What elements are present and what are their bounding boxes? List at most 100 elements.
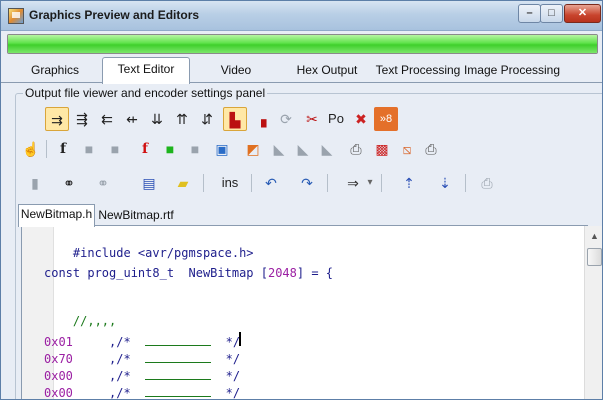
printer-button[interactable]: ⎙ bbox=[419, 137, 443, 161]
fill-button[interactable]: ◩ bbox=[241, 137, 265, 161]
sort-up-button[interactable]: ⇡ bbox=[397, 171, 421, 195]
tab-hex-output[interactable]: Hex Output bbox=[284, 59, 370, 83]
redo-button[interactable]: ↷ bbox=[295, 171, 319, 195]
find-next-button[interactable]: ⚭ bbox=[91, 171, 115, 195]
red-frame-button[interactable]: ▩ bbox=[370, 137, 394, 161]
bar-chart-small-button[interactable]: ▗ bbox=[249, 107, 273, 131]
bar-chart-button[interactable]: ▙ bbox=[223, 107, 247, 131]
sort-down-button[interactable]: ⇣ bbox=[433, 171, 457, 195]
toolbar-rendering: ☝ f ■ ■ f ■ ■ ▣ ◩ ◣ ◣ ◣ ⎙ ▩ ⧅ ⎙ bbox=[19, 136, 579, 164]
toolbar-separator bbox=[251, 174, 252, 192]
paste-button[interactable]: ▮ bbox=[23, 171, 47, 195]
toolbar-editing: ▮ ⚭ ⚭ ▤ ▰ ins ↶ ↷ ⇒ ▾ ⇡ ⇣ ⎙ bbox=[19, 170, 579, 198]
format-arrows-4-button[interactable]: ⇷ bbox=[120, 107, 144, 131]
close-button[interactable]: ✕ bbox=[564, 4, 601, 23]
speech-2-icon: ◣ bbox=[297, 141, 309, 157]
print-preview-button[interactable]: ⎙ bbox=[475, 171, 499, 195]
insert-mode-button[interactable]: ins bbox=[215, 171, 245, 195]
toolbar-separator bbox=[327, 174, 328, 192]
find-button[interactable]: ⚭ bbox=[57, 171, 81, 195]
format-arrows-4-icon: ⇷ bbox=[126, 111, 138, 127]
refresh-gray-icon: ⟳ bbox=[280, 111, 292, 127]
maximize-button[interactable]: □ bbox=[540, 4, 563, 23]
strike-icon: ✂ bbox=[306, 111, 318, 127]
format-arrows-6-button[interactable]: ⇈ bbox=[170, 107, 194, 131]
sort-down-icon: ⇣ bbox=[439, 175, 451, 191]
hand-icon: ☝ bbox=[22, 141, 40, 157]
speech-3-button[interactable]: ◣ bbox=[315, 137, 339, 161]
indent-button[interactable]: ⇒ bbox=[341, 171, 365, 195]
gray-square-2-icon: ■ bbox=[110, 141, 120, 157]
red-f-icon: f bbox=[141, 141, 149, 157]
tab-text-editor[interactable]: Text Editor bbox=[102, 57, 190, 84]
file-tab-newbitmap-rtf[interactable]: NewBitmap.rtf bbox=[96, 206, 176, 227]
green-square-button[interactable]: ■ bbox=[158, 137, 182, 161]
row-end: */ bbox=[225, 386, 241, 400]
app-icon bbox=[8, 8, 24, 24]
format-arrows-2-icon: ⇶ bbox=[76, 111, 88, 127]
red-frame-icon: ▩ bbox=[375, 141, 389, 157]
hand-button[interactable]: ☝ bbox=[19, 137, 43, 161]
format-arrows-1-button[interactable]: ⇉ bbox=[45, 107, 69, 131]
format-arrows-7-button[interactable]: ⇵ bbox=[195, 107, 219, 131]
undo-button[interactable]: ↶ bbox=[259, 171, 283, 195]
scroll-thumb[interactable] bbox=[587, 248, 602, 266]
bar-chart-small-icon: ▗ bbox=[255, 111, 267, 127]
tab-image-processing[interactable]: Image Processing bbox=[462, 59, 562, 83]
decl-suffix: ] = { bbox=[296, 266, 333, 280]
format-arrows-3-icon: ⇇ bbox=[101, 111, 113, 127]
format-arrows-3-button[interactable]: ⇇ bbox=[95, 107, 119, 131]
format-arrows-5-button[interactable]: ⇊ bbox=[145, 107, 169, 131]
po-text-icon: Po bbox=[328, 111, 344, 126]
binoculars-gray-icon: ⚭ bbox=[97, 175, 109, 191]
hex-value: 0x00 bbox=[44, 369, 73, 383]
tab-video[interactable]: Video bbox=[196, 59, 276, 83]
f-button[interactable]: f bbox=[51, 137, 75, 161]
gray-square-3-button[interactable]: ■ bbox=[183, 137, 207, 161]
speech-2-button[interactable]: ◣ bbox=[291, 137, 315, 161]
speech-1-icon: ◣ bbox=[273, 141, 285, 157]
save-button[interactable]: ▤ bbox=[137, 171, 161, 195]
format-arrows-5-icon: ⇊ bbox=[151, 111, 163, 127]
po-button[interactable]: Po bbox=[324, 107, 348, 131]
cross-out-button[interactable]: ✖ bbox=[349, 107, 373, 131]
toolbar-separator bbox=[203, 174, 204, 192]
format-arrows-2-button[interactable]: ⇶ bbox=[70, 107, 94, 131]
highlight-icon: ▰ bbox=[177, 175, 189, 191]
code-row: 0x00 ,/* */ bbox=[44, 385, 241, 400]
print-button[interactable]: ⎙ bbox=[344, 137, 368, 161]
format-arrows-6-icon: ⇈ bbox=[176, 111, 188, 127]
gray-square-3-icon: ■ bbox=[190, 141, 200, 157]
strike-button[interactable]: ✂ bbox=[300, 107, 324, 131]
red-f-button[interactable]: f bbox=[133, 137, 157, 161]
minimize-button[interactable]: – bbox=[518, 4, 541, 23]
diagonal-button[interactable]: ⧅ bbox=[395, 137, 419, 161]
fill-icon: ◩ bbox=[246, 141, 260, 157]
indent-dropdown[interactable]: ▾ bbox=[363, 171, 377, 195]
paste-icon: ▮ bbox=[31, 175, 39, 191]
image-button[interactable]: ▣ bbox=[210, 137, 234, 161]
refresh-button[interactable]: ⟳ bbox=[274, 107, 298, 131]
gray-square-1-button[interactable]: ■ bbox=[77, 137, 101, 161]
tab-graphics[interactable]: Graphics bbox=[7, 59, 103, 83]
bar-chart-icon: ▙ bbox=[229, 112, 241, 128]
text-caret bbox=[239, 332, 241, 346]
shift-8-button[interactable]: »8 bbox=[374, 107, 398, 131]
settings-panel-label: Output file viewer and encoder settings … bbox=[23, 86, 268, 100]
row-separator: ,/* bbox=[72, 386, 131, 400]
main-tabs: Graphics Text Editor Video Hex Output Te… bbox=[1, 57, 602, 84]
speech-1-button[interactable]: ◣ bbox=[267, 137, 291, 161]
tab-text-processing[interactable]: Text Processing bbox=[374, 59, 462, 83]
editor-scrollbar[interactable]: ▲ bbox=[584, 226, 602, 399]
gray-square-2-button[interactable]: ■ bbox=[103, 137, 127, 161]
highlight-button[interactable]: ▰ bbox=[171, 171, 195, 195]
hex-value: 0x00 bbox=[44, 386, 73, 400]
dropdown-arrow-icon: ▾ bbox=[367, 177, 373, 188]
code-row: 0x00 ,/* */ bbox=[44, 368, 240, 383]
scroll-up-icon[interactable]: ▲ bbox=[586, 228, 602, 245]
redo-icon: ↷ bbox=[301, 175, 313, 191]
green-square-icon: ■ bbox=[165, 141, 175, 157]
window-title: Graphics Preview and Editors bbox=[29, 8, 200, 22]
file-tab-newbitmap-h[interactable]: NewBitmap.h bbox=[18, 204, 95, 227]
row-end: */ bbox=[225, 369, 241, 383]
